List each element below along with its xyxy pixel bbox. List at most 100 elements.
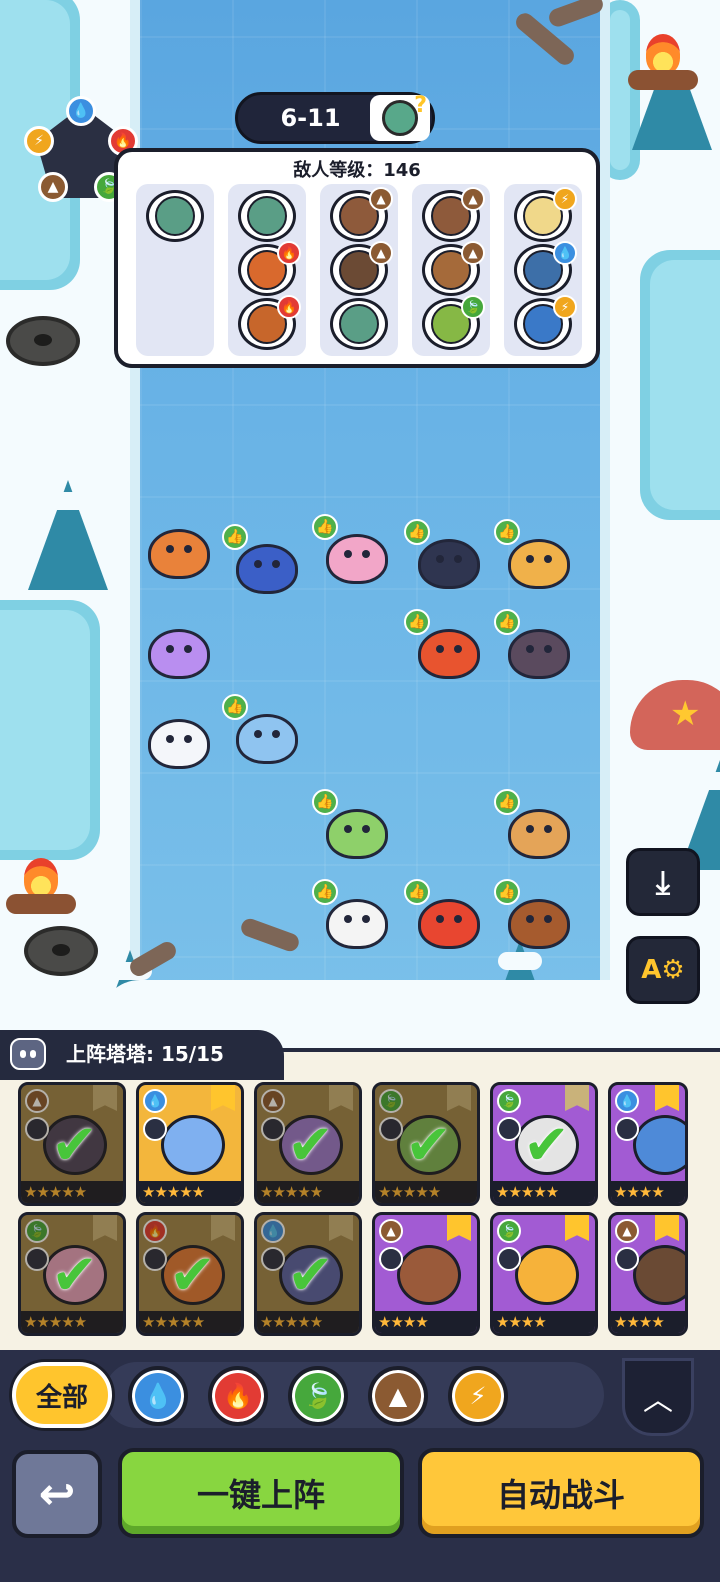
- fire-rabbit-pet[interactable]: [140, 515, 216, 585]
- pet-card[interactable]: 🍃 ★★★★★ ✔: [372, 1082, 480, 1206]
- moth-pet[interactable]: 👍: [222, 694, 304, 770]
- pet-card[interactable]: 💧 ★★★★★: [136, 1082, 244, 1206]
- pet-card[interactable]: 💧 ★★★★: [608, 1082, 688, 1206]
- pet-eye: [544, 645, 552, 653]
- pet-body: [326, 534, 388, 584]
- water-icon: 💧: [66, 96, 96, 126]
- pet-card[interactable]: ▲ ★★★★★ ✔: [18, 1082, 126, 1206]
- tiger-pet[interactable]: 👍: [494, 519, 576, 595]
- panda-pet[interactable]: 👍: [312, 879, 394, 955]
- sheep-pet[interactable]: [140, 705, 216, 775]
- enemy-token: ▲: [330, 241, 393, 296]
- water-icon: 💧: [553, 241, 577, 265]
- enemy-token: 🔥: [238, 295, 301, 350]
- filter-grass-button[interactable]: 🍃: [288, 1366, 348, 1426]
- auto-deploy-button[interactable]: 一键上阵: [118, 1448, 404, 1538]
- pet-body: [508, 809, 570, 859]
- enemy-wave-column: [136, 184, 214, 356]
- ice-cliff: [0, 600, 100, 860]
- enemy-token: ▲: [422, 187, 485, 242]
- grass-icon: 🍃: [497, 1219, 521, 1243]
- download-button[interactable]: ⤓: [626, 848, 700, 916]
- download-icon: ⤓: [655, 862, 671, 901]
- deer-pet[interactable]: 👍: [494, 789, 576, 865]
- collapse-deck-button[interactable]: ︿: [622, 1358, 694, 1436]
- checkmark-icon: ✔: [287, 1113, 334, 1178]
- ice-cliff: [640, 250, 720, 520]
- dino-pet[interactable]: 👍: [494, 609, 576, 685]
- tire: [6, 316, 80, 366]
- plant-cat-pet[interactable]: 👍: [312, 789, 394, 865]
- enemy-wave-column: ▲ ▲ 🍃: [412, 184, 490, 356]
- auto-battle-button[interactable]: 自动战斗: [418, 1448, 704, 1538]
- star-bookmark-icon: [93, 1215, 117, 1241]
- thumbs-up-icon: 👍: [494, 789, 520, 815]
- pet-eye: [272, 560, 280, 568]
- grass-icon: 🍃: [25, 1219, 49, 1243]
- star-rating: ★★★★: [611, 1311, 685, 1333]
- filter-fire-button[interactable]: 🔥: [208, 1366, 268, 1426]
- filter-thunder-button[interactable]: ⚡: [448, 1366, 508, 1426]
- filter-earth-button[interactable]: ▲: [368, 1366, 428, 1426]
- pet-portrait: [515, 1245, 579, 1305]
- role-icon: [615, 1247, 639, 1271]
- question-icon: ?: [414, 93, 427, 118]
- pet-card[interactable]: ▲ ★★★★: [372, 1212, 480, 1336]
- enemy-token: ▲: [422, 241, 485, 296]
- pet-card[interactable]: 🔥 ★★★★★ ✔: [136, 1212, 244, 1336]
- pet-eye: [362, 825, 370, 833]
- deck-count-label: 上阵塔塔: 15/15: [66, 1042, 224, 1066]
- star-bookmark-icon: [655, 1085, 679, 1111]
- thumbs-up-icon: 👍: [312, 879, 338, 905]
- enemy-wave-column: 🔥 🔥: [228, 184, 306, 356]
- pet-body: [148, 629, 210, 679]
- pet-eye: [454, 915, 462, 923]
- chevron-up-icon: ︿: [643, 1383, 673, 1418]
- earth-icon: ▲: [615, 1219, 639, 1243]
- pet-eye: [526, 645, 534, 653]
- pet-card[interactable]: ▲ ★★★★★ ✔: [254, 1082, 362, 1206]
- pet-body: [508, 629, 570, 679]
- mantis-pet[interactable]: 👍: [312, 514, 394, 590]
- pet-portrait: [397, 1245, 461, 1305]
- monkey-pet[interactable]: 👍: [494, 879, 576, 955]
- enemy-token: [146, 190, 204, 242]
- star-rating: ★★★★★: [257, 1181, 359, 1203]
- pet-body: [418, 539, 480, 589]
- boss-info-button[interactable]: ?: [370, 93, 430, 141]
- filter-all-button[interactable]: 全部: [12, 1362, 112, 1428]
- enemy-face-icon: [247, 196, 287, 236]
- checkmark-icon: ✔: [287, 1243, 334, 1308]
- role-icon: [615, 1117, 639, 1141]
- pet-card[interactable]: 🍃 ★★★★★ ✔: [18, 1212, 126, 1336]
- role-icon: [25, 1247, 49, 1271]
- fire-fish-pet[interactable]: 👍: [404, 609, 486, 685]
- role-icon: [143, 1247, 167, 1271]
- enemy-token: 🍃: [422, 295, 485, 350]
- earth-icon: ▲: [461, 187, 485, 211]
- star-bookmark-icon: [93, 1085, 117, 1111]
- pet-card[interactable]: 🍃 ★★★★★ ✔: [490, 1082, 598, 1206]
- font-settings-button[interactable]: A⚙: [626, 936, 700, 1004]
- thumbs-up-icon: 👍: [222, 694, 248, 720]
- fire-frog-pet[interactable]: 👍: [404, 879, 486, 955]
- star-rating: ★★★★: [375, 1311, 477, 1333]
- pet-eye: [166, 735, 174, 743]
- enemy-token: ▲: [330, 187, 393, 242]
- pet-eye: [526, 825, 534, 833]
- pet-eye: [436, 555, 444, 563]
- action-bar: ↩ 一键上阵 自动战斗: [0, 1442, 720, 1582]
- husky-pet[interactable]: 👍: [404, 519, 486, 595]
- pet-card[interactable]: 💧 ★★★★★ ✔: [254, 1212, 362, 1336]
- role-icon: [261, 1117, 285, 1141]
- filter-water-button[interactable]: 💧: [128, 1366, 188, 1426]
- back-button[interactable]: ↩: [12, 1450, 102, 1538]
- deck-area[interactable]: ▲ ★★★★★ ✔ 💧 ★★★★★ ▲ ★★★★★ ✔ 🍃 ★★★★★ ✔ 🍃 ★★★★★ ✔ 💧 ★★★★ 🍃…: [0, 1052, 720, 1350]
- earth-icon: ▲: [25, 1089, 49, 1113]
- pet-card[interactable]: ▲ ★★★★: [608, 1212, 688, 1336]
- purple-cat-pet[interactable]: [140, 615, 216, 685]
- fire-icon: 🔥: [277, 295, 301, 319]
- pet-card[interactable]: 🍃 ★★★★: [490, 1212, 598, 1336]
- campfire-icon: [628, 34, 698, 94]
- blue-bird-pet[interactable]: 👍: [222, 524, 304, 600]
